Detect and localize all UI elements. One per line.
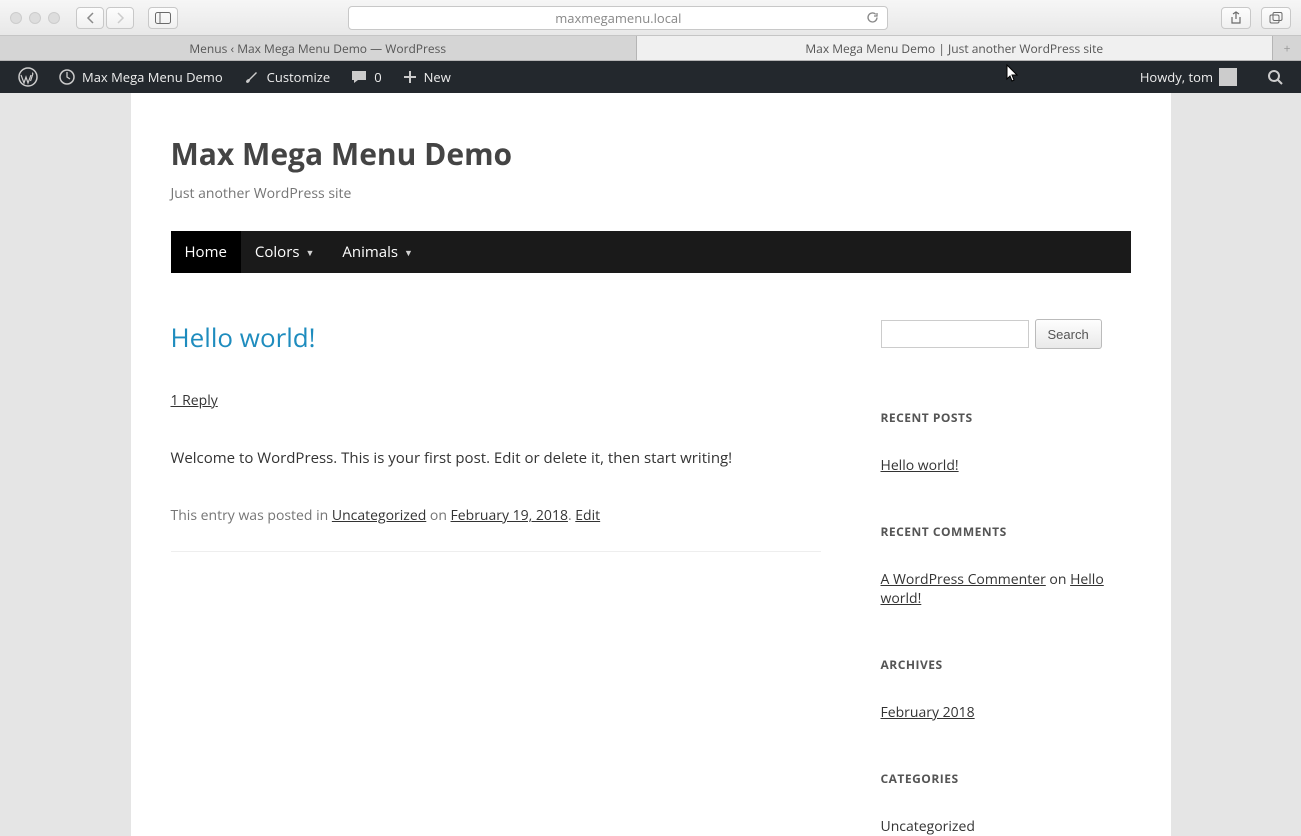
nav-colors[interactable]: Colors ▼ [241, 231, 328, 273]
content-wrap: Hello world! 1 Reply Welcome to WordPres… [171, 319, 1131, 836]
sidebar-toggle-button[interactable] [148, 7, 178, 29]
nav-buttons [76, 7, 134, 29]
new-label: New [424, 68, 451, 86]
share-button[interactable] [1221, 7, 1251, 29]
nav-label: Animals [342, 242, 398, 262]
site-name-label: Max Mega Menu Demo [82, 68, 223, 86]
comments-count: 0 [374, 68, 381, 86]
post-meta: This entry was posted in Uncategorized o… [171, 506, 821, 525]
window-controls [10, 12, 60, 24]
customize-label: Customize [267, 68, 331, 86]
browser-tab-0[interactable]: Menus ‹ Max Mega Menu Demo — WordPress [0, 36, 637, 60]
search-button[interactable]: Search [1035, 319, 1102, 349]
reload-icon[interactable] [866, 11, 879, 24]
post-title[interactable]: Hello world! [171, 319, 821, 355]
dashboard-icon [58, 68, 76, 86]
edit-link[interactable]: Edit [575, 506, 600, 525]
tabs-overview-button[interactable] [1261, 7, 1291, 29]
new-tab-button[interactable]: + [1273, 36, 1301, 60]
back-button[interactable] [76, 7, 104, 29]
archives-title: ARCHIVES [881, 656, 1131, 673]
comments-link[interactable]: 0 [340, 61, 391, 93]
forward-button[interactable] [106, 7, 134, 29]
date-link[interactable]: February 19, 2018 [451, 506, 568, 525]
recent-post-link[interactable]: Hello world! [881, 456, 959, 475]
nav-label: Colors [255, 242, 300, 262]
search-icon [1267, 69, 1283, 85]
search-input[interactable] [881, 320, 1029, 348]
chevron-down-icon: ▼ [404, 246, 413, 259]
nav-animals[interactable]: Animals ▼ [328, 231, 427, 273]
page-background: Max Mega Menu Demo Just another WordPres… [0, 93, 1301, 836]
avatar [1219, 68, 1237, 86]
site-tagline: Just another WordPress site [171, 184, 1131, 203]
categories-title: CATEGORIES [881, 770, 1131, 787]
chevron-down-icon: ▼ [305, 246, 314, 259]
admin-search[interactable] [1257, 61, 1293, 93]
site-title[interactable]: Max Mega Menu Demo [171, 133, 1131, 174]
sidebar: Search RECENT POSTS Hello world! RECENT … [881, 319, 1131, 836]
wp-logo-menu[interactable] [8, 61, 48, 93]
browser-tab-1[interactable]: Max Mega Menu Demo | Just another WordPr… [637, 36, 1274, 60]
browser-toolbar: maxmegamenu.local [0, 0, 1301, 36]
nav-home[interactable]: Home [171, 231, 241, 273]
comment-icon [350, 68, 368, 86]
comment-author-link[interactable]: A WordPress Commenter [881, 570, 1046, 589]
category-link[interactable]: Uncategorized [881, 817, 975, 836]
search-widget: Search [881, 319, 1131, 349]
close-window-icon[interactable] [10, 12, 22, 24]
plus-icon [402, 69, 418, 85]
address-bar[interactable]: maxmegamenu.local [348, 6, 888, 30]
minimize-window-icon[interactable] [29, 12, 41, 24]
post-body: Welcome to WordPress. This is your first… [171, 448, 821, 468]
zoom-window-icon[interactable] [48, 12, 60, 24]
tab-label: Menus ‹ Max Mega Menu Demo — WordPress [189, 40, 446, 57]
recent-comment: A WordPress Commenter on Hello world! [881, 570, 1131, 608]
my-account-link[interactable]: Howdy, tom [1130, 61, 1247, 93]
recent-comments-title: RECENT COMMENTS [881, 523, 1131, 540]
new-content-link[interactable]: New [392, 61, 461, 93]
site-name-menu[interactable]: Max Mega Menu Demo [48, 61, 233, 93]
archive-link[interactable]: February 2018 [881, 703, 975, 722]
toolbar-right [1221, 7, 1291, 29]
reply-link[interactable]: 1 Reply [171, 391, 218, 410]
url-text: maxmegamenu.local [555, 9, 681, 27]
divider [171, 551, 821, 552]
howdy-text: Howdy, tom [1140, 68, 1213, 86]
wp-admin-bar: Max Mega Menu Demo Customize 0 New Howdy… [0, 61, 1301, 93]
customize-link[interactable]: Customize [233, 61, 341, 93]
primary-nav: Home Colors ▼ Animals ▼ [171, 231, 1131, 273]
wordpress-logo-icon [18, 67, 38, 87]
recent-posts-title: RECENT POSTS [881, 409, 1131, 426]
main-column: Hello world! 1 Reply Welcome to WordPres… [171, 319, 821, 836]
category-link[interactable]: Uncategorized [332, 506, 426, 525]
nav-label: Home [185, 242, 227, 262]
tab-bar: Menus ‹ Max Mega Menu Demo — WordPress M… [0, 36, 1301, 61]
brush-icon [243, 68, 261, 86]
tab-label: Max Mega Menu Demo | Just another WordPr… [805, 40, 1103, 57]
page-container: Max Mega Menu Demo Just another WordPres… [131, 93, 1171, 836]
